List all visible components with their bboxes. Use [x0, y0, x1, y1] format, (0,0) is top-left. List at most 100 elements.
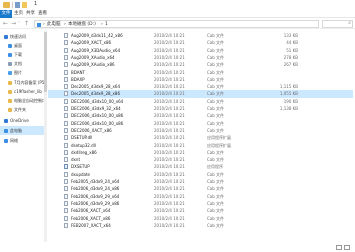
breadcrumb-drive-d[interactable]: 本地磁盘 (D:) — [68, 21, 96, 28]
nav-item[interactable]: 7月内容备案 (P5) — [0, 78, 44, 87]
breadcrumb-this-pc[interactable]: 此电脑 — [47, 21, 61, 28]
tab-share[interactable]: 共享 — [25, 10, 36, 18]
tab-file[interactable]: 文件 — [0, 10, 12, 18]
file-type: Cab 文件 — [207, 98, 225, 104]
details-view-button[interactable] — [336, 245, 342, 250]
tab-home[interactable]: 主页 — [13, 10, 24, 18]
file-date: 2010/2/4 10:21 — [154, 215, 185, 221]
file-name: Aug2009_XAudio_x64 — [71, 54, 115, 60]
file-date: 2010/2/4 10:21 — [154, 135, 185, 141]
file-row[interactable]: BDANT 2010/2/4 10:21 Cab 文件 — [48, 69, 353, 76]
file-icon — [64, 91, 68, 97]
file-row[interactable]: Aug2009_X3DAudio_x64 2010/2/4 10:21 Cab 文件… — [48, 47, 353, 54]
file-row[interactable]: FEB2007_XACT_x64 2010/2/4 10:21 Cab 文件 — [48, 222, 353, 229]
forward-arrow-icon[interactable]: → — [11, 20, 16, 28]
file-name: DSETUP.dll — [71, 135, 93, 141]
new-folder-icon[interactable] — [22, 2, 27, 8]
file-row[interactable]: Aug2009_d3dx11_42_x86 2010/2/4 10:21 Cab 文… — [48, 32, 353, 39]
nav-item[interactable]: c19flasher_lib — [0, 87, 44, 96]
file-row[interactable]: Feb2006_d3dx9_24_x86 2010/2/4 10:21 Cab 文件 — [48, 185, 353, 192]
nav-item[interactable]: 此电脑 — [0, 126, 44, 135]
picture-icon — [8, 70, 12, 75]
file-name: DXSETUP — [71, 164, 90, 170]
nav-item[interactable]: 文档 — [0, 59, 44, 68]
nav-item[interactable]: 桌面 — [0, 41, 44, 50]
file-row[interactable]: Dec2005_d3dx9_28_x86 2010/2/4 10:21 Cab 文件… — [48, 90, 353, 98]
nav-item[interactable]: 下载 — [0, 50, 44, 59]
address-bar[interactable]: › 此电脑 › 本地磁盘 (D:) › 1 — [34, 20, 319, 28]
file-row[interactable]: DEC2006_d3dx9_32_x64 2010/2/4 10:21 Cab 文件… — [48, 105, 353, 112]
file-row[interactable]: Aug2009_XAudio_x86 2010/2/4 10:21 Cab 文件 26… — [48, 61, 353, 68]
file-row[interactable]: Dec2005_d3dx9_28_x64 2010/2/4 10:21 Cab 文件… — [48, 83, 353, 90]
file-name: Dec2005_d3dx9_28_x86 — [71, 91, 121, 97]
tab-view[interactable]: 查看 — [37, 10, 48, 18]
file-type: Cab 文件 — [207, 113, 225, 119]
file-date: 2010/2/4 10:21 — [154, 208, 185, 214]
file-row[interactable]: Feb2006_XACT_x64 2010/2/4 10:21 Cab 文件 — [48, 207, 353, 214]
file-type: Cab 文件 — [207, 127, 225, 133]
file-row[interactable]: dxnt 2010/2/4 10:21 Cab 文件 — [48, 156, 353, 163]
file-icon — [64, 120, 68, 126]
file-date: 2010/2/4 10:21 — [154, 69, 185, 75]
properties-icon[interactable] — [15, 2, 20, 8]
file-row[interactable]: Feb2006_d3dx9_29_x64 2010/2/4 10:21 Cab 文件 — [48, 193, 353, 200]
file-icon — [64, 135, 68, 141]
breadcrumb-folder[interactable]: 1 — [105, 21, 108, 28]
file-row[interactable]: DEC2006_d3dx10_00_x86 2010/2/4 10:21 Cab 文… — [48, 120, 353, 127]
file-row[interactable]: dsetup32.dll 2010/2/4 10:21 应用程序扩展 — [48, 142, 353, 149]
file-date: 2010/2/4 10:21 — [154, 142, 185, 148]
file-row[interactable]: DXSETUP 2010/2/4 10:21 应用程序 — [48, 163, 353, 170]
up-arrow-icon[interactable]: ↑ — [24, 20, 29, 28]
nav-item-label: 文件夹 — [14, 107, 26, 112]
file-explorer-window: 1 文件 主页 共享 查看 ← → ˅ ↑ › 此电脑 › 本地磁盘 (D:) … — [0, 0, 355, 252]
file-size: 1,115 KB — [279, 84, 298, 90]
nav-scrollbar[interactable] — [44, 30, 47, 242]
file-icon — [64, 47, 68, 53]
file-icon — [64, 106, 68, 111]
file-row[interactable]: BDAXP 2010/2/4 10:21 Cab 文件 — [48, 76, 353, 83]
network-icon — [4, 138, 8, 143]
file-name: dxdllreg_x86 — [71, 149, 97, 155]
file-row[interactable]: DEC2006_XACT_x86 2010/2/4 10:21 Cab 文件 — [48, 127, 353, 134]
search-icon: ⌕ — [348, 20, 351, 26]
window-title: 1 — [34, 1, 38, 7]
file-icon — [64, 171, 68, 177]
nav-item[interactable]: 文件夹 — [0, 105, 44, 114]
file-size: 190 KB — [283, 98, 298, 104]
back-arrow-icon[interactable]: ← — [3, 20, 8, 28]
nav-item[interactable]: OneDrive — [0, 116, 44, 125]
scrollbar-thumb[interactable] — [44, 32, 47, 92]
file-row[interactable]: Feb2006_d3dx9_29_x86 2010/2/4 10:21 Cab 文件 — [48, 200, 353, 207]
search-box[interactable]: ⌕ — [322, 20, 353, 28]
file-name: dxupdate — [71, 171, 90, 177]
file-name: Aug2009_XACT_x86 — [71, 40, 112, 46]
nav-item-label: c19flasher_lib — [14, 89, 42, 94]
nav-item[interactable]: 电脑全自动控制口 — [0, 96, 44, 105]
file-size: 51 KB — [286, 47, 298, 53]
file-name: Feb2006_d3dx9_24_x86 — [71, 186, 120, 192]
file-date: 2010/2/4 10:21 — [154, 164, 185, 170]
file-row[interactable]: Aug2009_XACT_x86 2010/2/4 10:21 Cab 文件 44 K… — [48, 39, 353, 46]
file-date: 2010/2/4 10:21 — [154, 54, 185, 60]
file-type: Cab 文件 — [207, 215, 225, 221]
file-name: Aug2009_X3DAudio_x64 — [71, 47, 121, 53]
file-type: Cab 文件 — [207, 106, 225, 111]
file-row[interactable]: dxdllreg_x86 2010/2/4 10:21 Cab 文件 — [48, 149, 353, 156]
file-type: Cab 文件 — [207, 193, 225, 199]
file-date: 2010/2/4 10:21 — [154, 33, 185, 38]
file-row[interactable]: Feb2006_XACT_x86 2010/2/4 10:21 Cab 文件 — [48, 215, 353, 222]
file-row[interactable]: DSETUP.dll 2010/2/4 10:21 应用程序扩展 — [48, 134, 353, 141]
file-row[interactable]: Aug2009_XAudio_x64 2010/2/4 10:21 Cab 文件 27… — [48, 54, 353, 61]
file-row[interactable]: Feb2005_d3dx9_24_x64 2010/2/4 10:21 Cab 文件 — [48, 178, 353, 185]
nav-item[interactable]: 图片 — [0, 68, 44, 77]
recent-chevron-icon[interactable]: ˅ — [18, 20, 20, 28]
large-icons-view-button[interactable] — [344, 245, 350, 250]
file-row[interactable]: DEC2006_d3dx10_00_x64 2010/2/4 10:21 Cab 文… — [48, 98, 353, 105]
file-icon — [64, 193, 68, 199]
nav-item[interactable]: 快速访问 — [0, 32, 44, 41]
file-row[interactable]: dxupdate 2010/2/4 10:21 Cab 文件 — [48, 171, 353, 178]
nav-item[interactable]: 网络 — [0, 136, 44, 145]
file-date: 2010/2/4 10:21 — [154, 76, 185, 82]
file-date: 2010/2/4 10:21 — [154, 106, 185, 111]
file-row[interactable]: DEC2006_d3dx10_00_x86 2010/2/4 10:21 Cab 文… — [48, 112, 353, 119]
